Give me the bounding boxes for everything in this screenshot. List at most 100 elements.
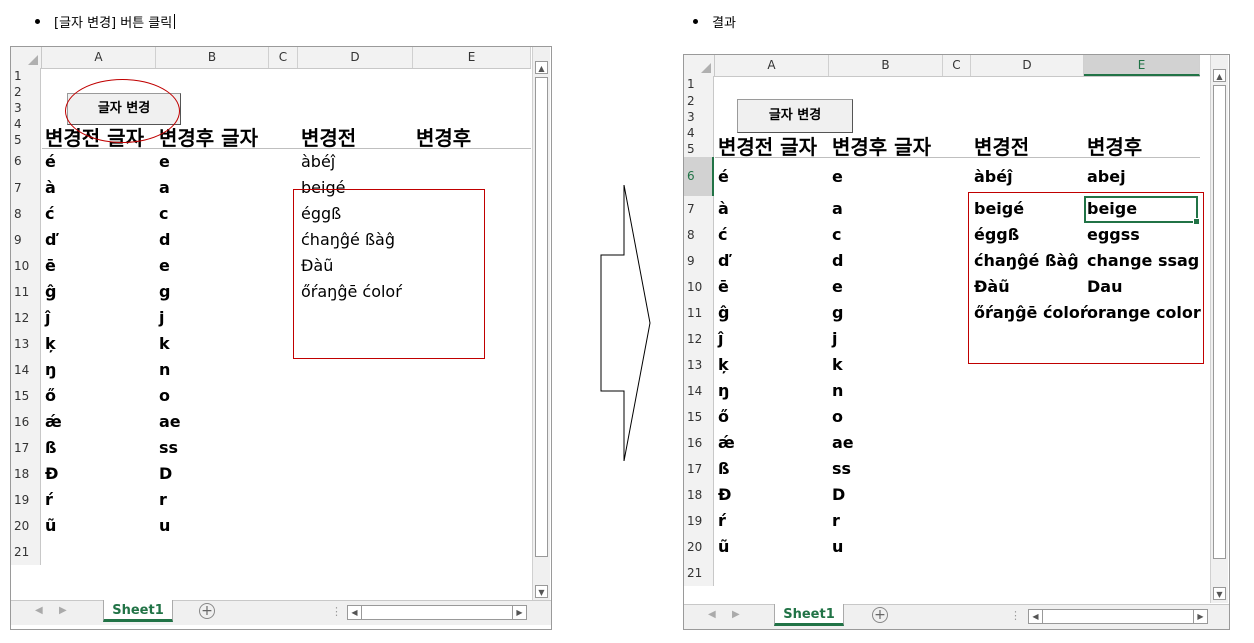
column-header-b[interactable]: B: [829, 55, 943, 76]
row-header-6[interactable]: 6: [684, 157, 714, 196]
cell-d-6[interactable]: àbéĵ: [301, 148, 335, 175]
cell-b-11[interactable]: g: [832, 300, 843, 326]
cell-d-6[interactable]: àbéĵ: [974, 157, 1013, 196]
cell-b-11[interactable]: g: [159, 279, 170, 305]
cell-a-20[interactable]: ũ: [718, 534, 729, 560]
cell-b-15[interactable]: o: [832, 404, 843, 430]
row-header-9[interactable]: 9: [684, 248, 714, 274]
cell-a-6[interactable]: é: [718, 157, 729, 196]
row-header-6[interactable]: 6: [11, 148, 41, 175]
cell-a-7[interactable]: à: [45, 175, 56, 201]
splitter-icon[interactable]: ⋮: [1010, 609, 1021, 622]
scroll-thumb[interactable]: [535, 77, 548, 557]
add-sheet-icon[interactable]: +: [872, 607, 888, 623]
cell-b-15[interactable]: o: [159, 383, 170, 409]
cell-b-17[interactable]: ss: [159, 435, 178, 461]
cell-a-19[interactable]: ŕ: [718, 508, 726, 534]
cell-a-6[interactable]: é: [45, 148, 56, 175]
row-header-10[interactable]: 10: [11, 253, 41, 279]
row-header-19[interactable]: 19: [684, 508, 714, 534]
column-header-e[interactable]: E: [413, 47, 531, 68]
cell-b-8[interactable]: c: [159, 201, 168, 227]
row-header-7[interactable]: 7: [11, 175, 41, 201]
row-header-14[interactable]: 14: [684, 378, 714, 404]
cell-a-10[interactable]: ē: [45, 253, 56, 279]
cell-a-11[interactable]: ĝ: [45, 279, 56, 305]
row-header-12[interactable]: 12: [684, 326, 714, 352]
row-header-5[interactable]: 5: [684, 141, 714, 157]
row-header-13[interactable]: 13: [11, 331, 41, 357]
row-header-2[interactable]: 2: [684, 93, 714, 109]
row-header-3[interactable]: 3: [11, 100, 41, 116]
cell-a-15[interactable]: ő: [45, 383, 56, 409]
cell-b-19[interactable]: r: [832, 508, 840, 534]
cell-b-13[interactable]: k: [159, 331, 170, 357]
row-header-9[interactable]: 9: [11, 227, 41, 253]
tab-next-icon[interactable]: ▶: [59, 605, 67, 616]
row-header-4[interactable]: 4: [11, 116, 41, 132]
select-all-corner[interactable]: [11, 47, 42, 68]
tab-prev-icon[interactable]: ◀: [35, 605, 43, 616]
column-header-d[interactable]: D: [298, 47, 413, 68]
column-header-a[interactable]: A: [42, 47, 156, 68]
cell-b-10[interactable]: e: [832, 274, 843, 300]
cell-a-12[interactable]: ĵ: [718, 326, 723, 352]
cell-a-17[interactable]: ß: [45, 435, 57, 461]
cell-b-16[interactable]: ae: [832, 430, 854, 456]
row-header-1[interactable]: 1: [684, 76, 714, 93]
column-header-c[interactable]: C: [269, 47, 298, 68]
cell-a-9[interactable]: ď: [45, 227, 56, 253]
row-header-21[interactable]: 21: [11, 539, 41, 565]
cell-a-20[interactable]: ũ: [45, 513, 56, 539]
cell-b-7[interactable]: a: [832, 196, 843, 222]
row-header-14[interactable]: 14: [11, 357, 41, 383]
scroll-up-icon[interactable]: ▲: [535, 61, 548, 74]
cell-a-17[interactable]: ß: [718, 456, 730, 482]
column-header-c[interactable]: C: [943, 55, 971, 76]
cell-a-7[interactable]: à: [718, 196, 729, 222]
row-header-18[interactable]: 18: [11, 461, 41, 487]
select-all-corner[interactable]: [684, 55, 715, 76]
cell-b-20[interactable]: u: [159, 513, 170, 539]
row-header-4[interactable]: 4: [684, 125, 714, 141]
cell-a-8[interactable]: ć: [45, 201, 54, 227]
cell-a-8[interactable]: ć: [718, 222, 727, 248]
cell-b-8[interactable]: c: [832, 222, 841, 248]
cell-a-9[interactable]: ď: [718, 248, 729, 274]
cell-b-17[interactable]: ss: [832, 456, 851, 482]
cell-b-18[interactable]: D: [832, 482, 845, 508]
cell-b-19[interactable]: r: [159, 487, 167, 513]
scroll-left-icon[interactable]: ◀: [1029, 610, 1043, 623]
add-sheet-icon[interactable]: +: [199, 603, 215, 619]
row-header-18[interactable]: 18: [684, 482, 714, 508]
row-header-16[interactable]: 16: [11, 409, 41, 435]
row-header-20[interactable]: 20: [684, 534, 714, 560]
row-header-1[interactable]: 1: [11, 68, 41, 84]
vertical-scrollbar[interactable]: ▲ ▼: [532, 47, 550, 602]
cell-a-16[interactable]: ǽ: [718, 430, 735, 456]
row-header-10[interactable]: 10: [684, 274, 714, 300]
row-header-7[interactable]: 7: [684, 196, 714, 222]
scroll-up-icon[interactable]: ▲: [1213, 69, 1226, 82]
scroll-left-icon[interactable]: ◀: [348, 606, 362, 619]
cell-a-15[interactable]: ő: [718, 404, 729, 430]
cell-b-12[interactable]: j: [832, 326, 837, 352]
cell-b-14[interactable]: n: [832, 378, 843, 404]
cell-a-16[interactable]: ǽ: [45, 409, 62, 435]
row-header-2[interactable]: 2: [11, 84, 41, 100]
sheet-tab-sheet1[interactable]: Sheet1: [774, 604, 844, 626]
change-letters-button[interactable]: 글자 변경: [737, 99, 853, 133]
cell-b-20[interactable]: u: [832, 534, 843, 560]
cell-b-9[interactable]: d: [832, 248, 843, 274]
column-header-e[interactable]: E: [1084, 55, 1200, 76]
row-header-21[interactable]: 21: [684, 560, 714, 586]
vertical-scrollbar[interactable]: ▲ ▼: [1210, 55, 1228, 603]
row-header-3[interactable]: 3: [684, 109, 714, 125]
horizontal-scrollbar[interactable]: ◀ ▶: [347, 605, 527, 620]
cell-a-19[interactable]: ŕ: [45, 487, 53, 513]
row-header-12[interactable]: 12: [11, 305, 41, 331]
scroll-thumb[interactable]: [1213, 85, 1226, 559]
row-header-20[interactable]: 20: [11, 513, 41, 539]
sheet-tab-sheet1[interactable]: Sheet1: [103, 600, 173, 622]
scroll-down-icon[interactable]: ▼: [535, 585, 548, 598]
